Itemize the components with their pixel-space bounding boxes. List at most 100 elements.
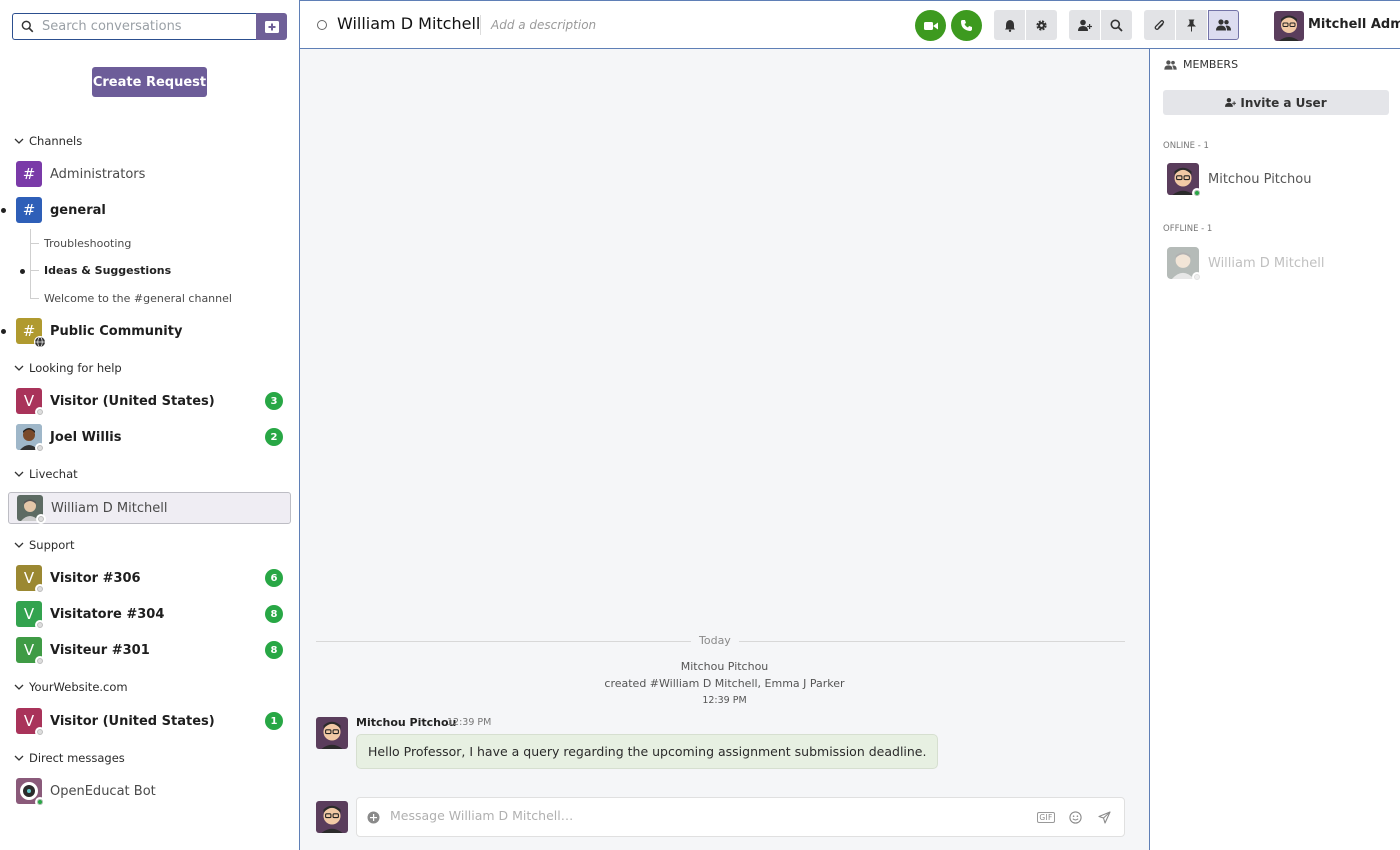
member-name: Mitchou Pitchou — [1208, 171, 1312, 187]
members-button[interactable] — [1208, 10, 1239, 40]
conversation-name: Joel Willis — [50, 429, 122, 445]
video-call-button[interactable] — [915, 10, 946, 41]
message-bubble: Hello Professor, I have a query regardin… — [356, 734, 939, 769]
status-indicator — [35, 656, 45, 666]
conversation-name: Visitor (United States) — [50, 393, 215, 409]
add-attachment-button[interactable] — [366, 810, 381, 825]
thread-tree-line — [30, 229, 31, 299]
livechat-visitor-us[interactable]: V Visitor (United States) 3 — [8, 385, 291, 417]
notification-time: 12:39 PM — [702, 695, 747, 706]
thread-ideas-suggestions[interactable]: Ideas & Suggestions — [44, 264, 171, 277]
channel-general[interactable]: # general — [1, 194, 291, 226]
unread-badge: 8 — [265, 605, 283, 623]
thread-troubleshooting[interactable]: Troubleshooting — [44, 237, 131, 250]
thread-welcome[interactable]: Welcome to the #general channel — [44, 292, 232, 305]
send-button[interactable] — [1097, 810, 1112, 825]
unread-badge: 1 — [265, 712, 283, 730]
notification-text: created #William D Mitchell, Emma J Park… — [604, 677, 845, 690]
offline-section-label: OFFLINE - 1 — [1163, 224, 1213, 234]
livechat-william-d-mitchell[interactable]: William D Mitchell — [8, 492, 291, 524]
member-offline[interactable]: William D Mitchell — [1167, 247, 1325, 282]
message-text: Hello Professor, I have a query regardin… — [368, 744, 927, 759]
avatar-initial: V — [23, 569, 35, 587]
status-indicator — [35, 620, 45, 630]
message-composer: GIF — [356, 797, 1125, 837]
thread-title[interactable]: William D Mitchell — [337, 14, 480, 33]
member-name: William D Mitchell — [1208, 255, 1325, 271]
category-support[interactable]: Support — [14, 537, 74, 553]
visitor-avatar: V — [16, 637, 45, 666]
member-online[interactable]: Mitchou Pitchou — [1167, 163, 1312, 198]
channel-hash-icon: # — [16, 318, 46, 348]
new-conversation-button[interactable] — [256, 13, 287, 40]
chevron-down-icon — [14, 542, 24, 548]
category-channels[interactable]: Channels — [14, 133, 82, 149]
create-request-button[interactable]: Create Request — [92, 67, 207, 97]
category-direct-messages[interactable]: Direct messages — [14, 750, 125, 766]
support-visiteur-301[interactable]: V Visiteur #301 8 — [8, 634, 291, 666]
status-indicator — [317, 20, 327, 30]
user-avatar[interactable] — [1274, 11, 1304, 41]
avatar-initial: V — [23, 392, 35, 410]
category-livechat[interactable]: Livechat — [14, 466, 78, 482]
gif-icon: GIF — [1037, 812, 1055, 823]
channel-name: Administrators — [50, 166, 146, 182]
send-icon — [1098, 811, 1111, 824]
channel-public-community[interactable]: # Public Community — [1, 315, 291, 348]
avatar — [16, 424, 45, 453]
message-author[interactable]: Mitchou Pitchou — [356, 716, 456, 729]
search-icon — [21, 20, 34, 33]
website-visitor-us[interactable]: V Visitor (United States) 1 — [8, 705, 291, 737]
livechat-joel-willis[interactable]: Joel Willis 2 — [8, 421, 291, 453]
person-avatar-icon — [316, 717, 348, 749]
message-time: 12:39 PM — [447, 717, 492, 728]
gif-button[interactable]: GIF — [1037, 810, 1055, 825]
attachments-button[interactable] — [1144, 10, 1175, 40]
category-label: Support — [29, 538, 75, 552]
chevron-down-icon — [14, 684, 24, 690]
pinned-messages-button[interactable] — [1176, 10, 1207, 40]
channel-administrators[interactable]: # Administrators — [8, 158, 291, 190]
tree-branch — [30, 243, 39, 244]
category-yourwebsite[interactable]: YourWebsite.com — [14, 679, 128, 695]
invite-label: Invite a User — [1240, 95, 1327, 110]
settings-button[interactable] — [1026, 10, 1057, 40]
emoji-button[interactable] — [1068, 810, 1083, 825]
status-indicator — [1192, 272, 1202, 282]
message-thread: Today Mitchou Pitchou created #William D… — [300, 49, 1149, 850]
search-messages-button[interactable] — [1101, 10, 1132, 40]
search-bar — [12, 13, 287, 40]
search-field[interactable] — [12, 13, 256, 40]
avatar-initial: V — [23, 712, 35, 730]
divider — [480, 15, 481, 35]
unread-badge: 3 — [265, 392, 283, 410]
channel-hash-icon: # — [16, 197, 42, 223]
dm-openeducat-bot[interactable]: OpenEducat Bot — [8, 775, 291, 807]
add-user-icon — [1077, 19, 1092, 31]
avatar — [16, 778, 45, 807]
category-looking-for-help[interactable]: Looking for help — [14, 360, 122, 376]
tree-branch — [30, 298, 39, 299]
status-indicator — [35, 407, 45, 417]
message-input[interactable] — [390, 808, 990, 823]
member-avatar — [1167, 247, 1202, 282]
sidebar: Create Request Channels # Administrators… — [0, 0, 300, 850]
voice-call-button[interactable] — [951, 10, 982, 41]
avatar-initial: V — [23, 641, 35, 659]
message-author-avatar[interactable] — [316, 717, 348, 749]
search-input[interactable] — [42, 19, 242, 34]
support-visitatore-304[interactable]: V Visitatore #304 8 — [8, 598, 291, 630]
unread-indicator — [1, 329, 6, 334]
members-title: MEMBERS — [1183, 58, 1239, 71]
user-name[interactable]: Mitchell Admin — [1308, 17, 1400, 32]
add-user-button[interactable] — [1069, 10, 1100, 40]
visitor-avatar: V — [16, 708, 45, 737]
category-label: Direct messages — [29, 751, 125, 765]
support-visitor-306[interactable]: V Visitor #306 6 — [8, 562, 291, 594]
notification-settings-button[interactable] — [994, 10, 1025, 40]
invite-user-button[interactable]: Invite a User — [1163, 90, 1389, 115]
description-field[interactable]: Add a description — [491, 18, 596, 32]
visitor-avatar: V — [16, 565, 45, 594]
tree-branch — [30, 270, 39, 271]
users-icon — [1164, 59, 1177, 70]
